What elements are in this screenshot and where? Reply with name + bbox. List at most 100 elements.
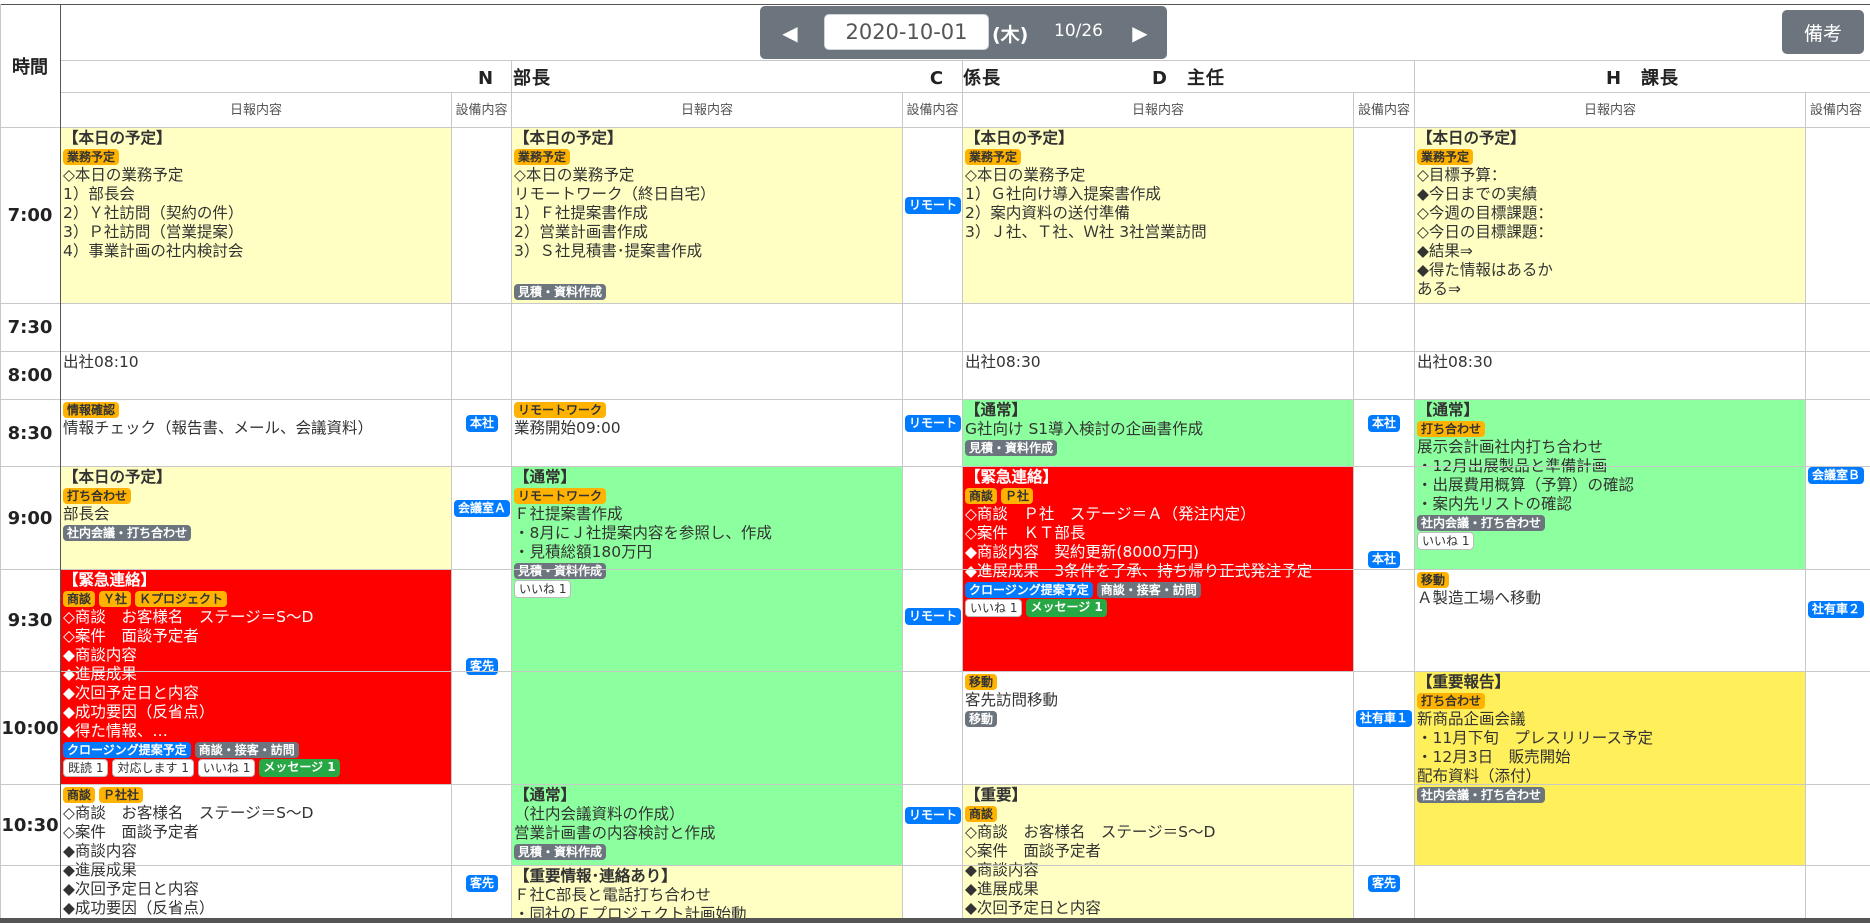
equipment-badge[interactable]: リモート [905, 415, 962, 432]
entry-text-line: 2）Ｙ社訪問（契約の件） [63, 204, 244, 222]
entry-text-line: ◇目標予算： [1417, 166, 1507, 184]
equipment-badge[interactable]: 社有車１ [1356, 710, 1413, 727]
tag-row: いいね 1 [1417, 532, 1803, 550]
tag-badge: 業務予定 [1417, 149, 1474, 165]
tag-badge[interactable]: 対応します 1 [112, 759, 194, 777]
date-navigator: ◀ (木) 10/26 ▶ [760, 6, 1167, 59]
entry-text-line: ・同社のＦプロジェクト計画始動 [514, 905, 747, 918]
equipment-badge[interactable]: 本社 [1368, 551, 1401, 568]
equipment-badge[interactable]: 本社 [466, 415, 499, 432]
entry-text-line: ◆得た情報はあるか [1417, 261, 1553, 279]
notes-button[interactable]: 備考 [1782, 10, 1864, 54]
entry-title: 【本日の予定】 [1417, 129, 1526, 147]
entry-text-line: 1）Ｇ社向け導入提案書作成 [965, 185, 1161, 203]
equipment-badge[interactable]: 本社 [1368, 415, 1401, 432]
prev-day-button[interactable]: ◀ [770, 6, 810, 59]
grid-line [0, 865, 1870, 866]
schedule-entry[interactable]: 出社08:10 [61, 352, 451, 399]
weekday-label: (木) [992, 24, 1029, 46]
tag-row: 既読 1 対応します 1 いいね 1 メッセージ 1 [63, 759, 449, 777]
tag-badge[interactable]: いいね 1 [514, 580, 572, 598]
schedule-entry[interactable]: 【重要情報･連絡あり】 Ｆ社C部長と電話打ち合わせ ・同社のＦプロジェクト計画始動 [512, 866, 902, 918]
tag-badge: 打ち合わせ [1417, 421, 1486, 437]
schedule-entry[interactable]: 【通常】 G社向け S1導入検討の企画書作成 見積・資料作成 [963, 400, 1353, 466]
schedule-entry[interactable]: 【通常】 （社内会議資料の作成） 営業計画書の内容検討と作成 見積・資料作成 [512, 785, 902, 865]
grid-line [451, 92, 452, 918]
schedule-entry[interactable]: 【本日の予定】 業務予定 ◇目標予算： ◆今日までの実績 ◇今週の目標課題： ◇今日の目標… [1415, 128, 1805, 303]
entry-text-line: ◆次回予定日と内容 [63, 684, 199, 702]
report-subheader: 日報内容 [1131, 102, 1184, 118]
entry-text-line: ◆商談内容 [965, 861, 1039, 879]
equipment-badge[interactable]: 客先 [466, 875, 499, 892]
tag-row: 商談 [965, 806, 1351, 822]
entry-text-line: ◇商談 お客様名 ステージ＝S～D [63, 608, 314, 626]
tag-badge: 商談 [965, 488, 998, 504]
schedule-entry[interactable]: 【通常】 打ち合わせ 展示会計画社内打ち合わせ ・12月出展製品と準備計画 ・出展費用概… [1415, 400, 1805, 569]
tag-badge: Ｐ社 [1001, 488, 1034, 504]
tag-badge[interactable]: いいね 1 [1417, 532, 1475, 550]
schedule-entry[interactable]: 【本日の予定】 業務予定 ◇本日の業務予定 1）Ｇ社向け導入提案書作成 2）案内資料の送… [963, 128, 1353, 303]
entry-text-line: ◆進展成果 [965, 880, 1039, 898]
tag-row: 見積・資料作成 [514, 284, 607, 300]
equipment-badge[interactable]: リモート [905, 197, 962, 214]
schedule-entry[interactable]: 移動 Ａ製造工場へ移動 [1415, 570, 1805, 671]
horizontal-scrollbar[interactable] [0, 918, 1870, 923]
date-input[interactable] [824, 14, 989, 50]
grid-line [0, 671, 1870, 672]
tag-row: 打ち合わせ [63, 488, 449, 504]
entry-text-line: 1）部長会 [63, 185, 135, 203]
tag-row: 打ち合わせ [1417, 693, 1803, 709]
tag-badge: 業務予定 [514, 149, 571, 165]
schedule-entry[interactable]: 【緊急連絡】 商談 Ｙ社 Ｋプロジェクト ◇商談 お客様名 ステージ＝S～D ◇案件 面談… [61, 570, 451, 784]
time-label: 8:00 [7, 365, 53, 386]
entry-text-line: ◆商談内容 契約更新(8000万円) [965, 543, 1199, 561]
equipment-badge[interactable]: リモート [905, 807, 962, 824]
equipment-badge[interactable]: リモート [905, 608, 962, 625]
equipment-badge[interactable]: 社有車２ [1808, 601, 1865, 618]
equipment-badge[interactable]: 会議室Ａ [454, 500, 511, 517]
entry-text-line: 1）Ｆ社提案書作成 [514, 204, 648, 222]
schedule-entry[interactable]: 商談 Ｐ社社 ◇商談 お客様名 ステージ＝S～D ◇案件 面談予定者 ◆商談内容 ◆進展成… [61, 785, 451, 918]
entry-text-line: ◆次回予定日と内容 [63, 880, 199, 898]
entry-text-line: G社向け S1導入検討の企画書作成 [965, 420, 1204, 438]
schedule-entry[interactable]: 【重要報告】 打ち合わせ 新商品企画会議 ・11月下旬 プレスリリース予定 ・12月3日… [1415, 672, 1805, 865]
entry-text-line: Ｆ社提案書作成 [514, 505, 623, 523]
entry-text-line: ◆今日までの実績 [1417, 185, 1538, 203]
tag-badge: 商談・接客・訪問 [194, 742, 299, 758]
entry-title: 【本日の予定】 [965, 129, 1074, 147]
grid-line [0, 4, 1, 918]
tag-badge[interactable]: メッセージ 1 [1026, 599, 1107, 617]
equipment-badge[interactable]: 客先 [1368, 875, 1401, 892]
entry-text-line: ◆得た情報、… [63, 722, 168, 740]
tag-badge[interactable]: メッセージ 1 [259, 759, 340, 777]
schedule-entry[interactable]: 【重要】 商談 ◇商談 お客様名 ステージ＝S～D ◇案件 面談予定者 ◆商談内容 ◆進展… [963, 785, 1353, 918]
entry-text-line: 出社08:10 [63, 353, 139, 371]
next-day-button[interactable]: ▶ [1120, 6, 1160, 59]
tag-row: リモートワーク [514, 488, 900, 504]
person-header-d: D 主任 [1152, 67, 1225, 89]
tag-row: リモートワーク [514, 402, 900, 418]
tag-row: いいね 1 メッセージ 1 [965, 599, 1351, 617]
schedule-entry[interactable]: リモートワーク 業務開始09:00 [512, 400, 902, 466]
schedule-entry[interactable]: 出社08:30 [963, 352, 1353, 399]
tag-badge[interactable]: 既読 1 [63, 759, 109, 777]
schedule-entry[interactable]: 出社08:30 [1415, 352, 1805, 399]
schedule-entry[interactable]: 【本日の予定】 業務予定 ◇本日の業務予定 リモートワーク（終日自宅） 1）Ｆ社提案書作… [512, 128, 902, 303]
tag-badge[interactable]: いいね 1 [197, 759, 256, 777]
entry-text-line: Ｆ社C部長と電話打ち合わせ [514, 886, 711, 904]
tag-badge: 社内会議・打ち合わせ [63, 525, 192, 541]
tag-badge[interactable]: いいね 1 [965, 599, 1023, 617]
tag-row: 移動 [965, 711, 1351, 727]
equipment-badge[interactable]: 会議室Ｂ [1808, 467, 1865, 484]
schedule-entry[interactable]: 【本日の予定】 業務予定 ◇本日の業務予定 1）部長会 2）Ｙ社訪問（契約の件） 3）Ｐ社… [61, 128, 451, 303]
entry-text-line: ・出展費用概算（予算）の確認 [1417, 476, 1635, 494]
entry-text-line: 業務開始09:00 [514, 419, 621, 437]
entry-text-line: ・12月3日 販売開始 [1417, 748, 1571, 766]
entry-text-line: ◆進展成果 [63, 861, 137, 879]
schedule-entry[interactable]: 移動 客先訪問移動 移動 [963, 672, 1353, 784]
schedule-entry[interactable]: 【本日の予定】 打ち合わせ 部長会 社内会議・打ち合わせ [61, 467, 451, 569]
tag-badge: 商談 [63, 787, 96, 803]
schedule-entry[interactable]: 情報確認 情報チェック（報告書、メール、会議資料） [61, 400, 451, 466]
equipment-badge[interactable]: 客先 [466, 658, 499, 675]
tag-badge: 見積・資料作成 [514, 563, 607, 579]
